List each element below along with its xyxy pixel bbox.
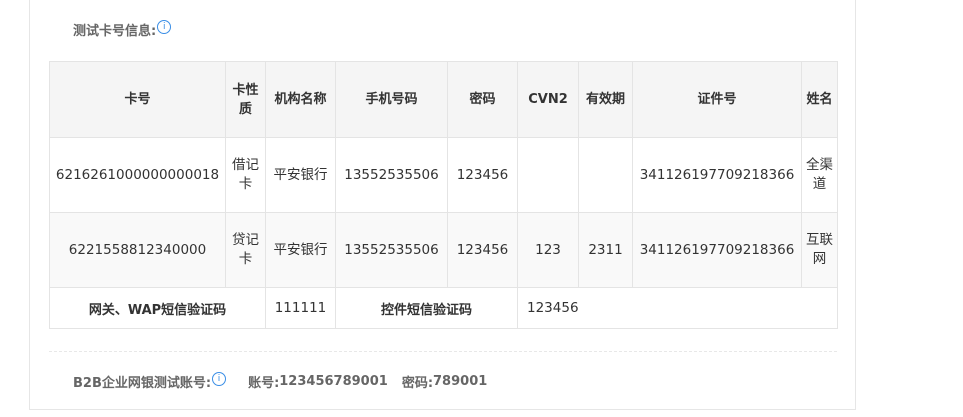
cell-name: 全渠道 [801, 137, 838, 213]
header-password: 密码 [447, 61, 518, 138]
b2b-title: B2B企业网银测试账号: [73, 376, 212, 391]
cell-cvn2 [517, 137, 579, 213]
cell-cvn2: 123 [517, 212, 579, 288]
cell-institution: 平安银行 [265, 137, 336, 213]
header-id-number: 证件号 [632, 61, 802, 138]
test-card-table: 卡号 卡性质 机构名称 手机号码 密码 CVN2 有效期 证件号 姓名 6216… [49, 61, 838, 329]
cell-phone: 13552535506 [335, 137, 448, 213]
cell-expiry: 2311 [578, 212, 633, 288]
cell-card-number: 6221558812340000 [49, 212, 226, 288]
account-value: 123456789001 [279, 374, 388, 389]
section-divider [49, 351, 837, 352]
header-institution: 机构名称 [265, 61, 336, 138]
header-name: 姓名 [801, 61, 838, 138]
cell-password: 123456 [447, 137, 518, 213]
info-icon[interactable]: i [212, 371, 227, 386]
cell-expiry [578, 137, 633, 213]
cell-password: 123456 [447, 212, 518, 288]
password-label: 密码: [401, 376, 434, 391]
info-icon[interactable]: i [157, 19, 172, 34]
header-card-type: 卡性质 [225, 61, 266, 138]
header-phone: 手机号码 [335, 61, 448, 138]
cell-institution: 平安银行 [265, 212, 336, 288]
password-value: 789001 [433, 374, 488, 389]
cell-name: 互联网 [801, 212, 838, 288]
table-header-row: 卡号 卡性质 机构名称 手机号码 密码 CVN2 有效期 证件号 姓名 [49, 61, 838, 138]
cell-card-type: 借记卡 [225, 137, 266, 213]
cell-card-number: 6216261000000000018 [49, 137, 226, 213]
test-card-section-title: 测试卡号信息: i [73, 19, 172, 39]
header-expiry: 有效期 [578, 61, 633, 138]
cell-card-type: 贷记卡 [225, 212, 266, 288]
cell-phone: 13552535506 [335, 212, 448, 288]
control-sms-label: 控件短信验证码 [335, 287, 518, 329]
header-cvn2: CVN2 [517, 61, 579, 138]
gateway-sms-label: 网关、WAP短信验证码 [49, 287, 266, 329]
cell-id-number: 341126197709218366 [632, 137, 802, 213]
gateway-sms-code: 111111 [265, 287, 336, 329]
sms-code-row: 网关、WAP短信验证码 111111 控件短信验证码 123456 [49, 287, 838, 329]
table-row: 6221558812340000 贷记卡 平安银行 13552535506 12… [49, 212, 838, 288]
control-sms-code: 123456 [517, 287, 838, 329]
account-label: 账号: [248, 376, 280, 391]
header-card-number: 卡号 [49, 61, 226, 138]
b2b-account-section: B2B企业网银测试账号: i 账号: 123456789001 密码: 7890… [73, 371, 488, 391]
cell-id-number: 341126197709218366 [632, 212, 802, 288]
table-row: 6216261000000000018 借记卡 平安银行 13552535506… [49, 137, 838, 213]
section-title-text: 测试卡号信息: [73, 24, 157, 39]
